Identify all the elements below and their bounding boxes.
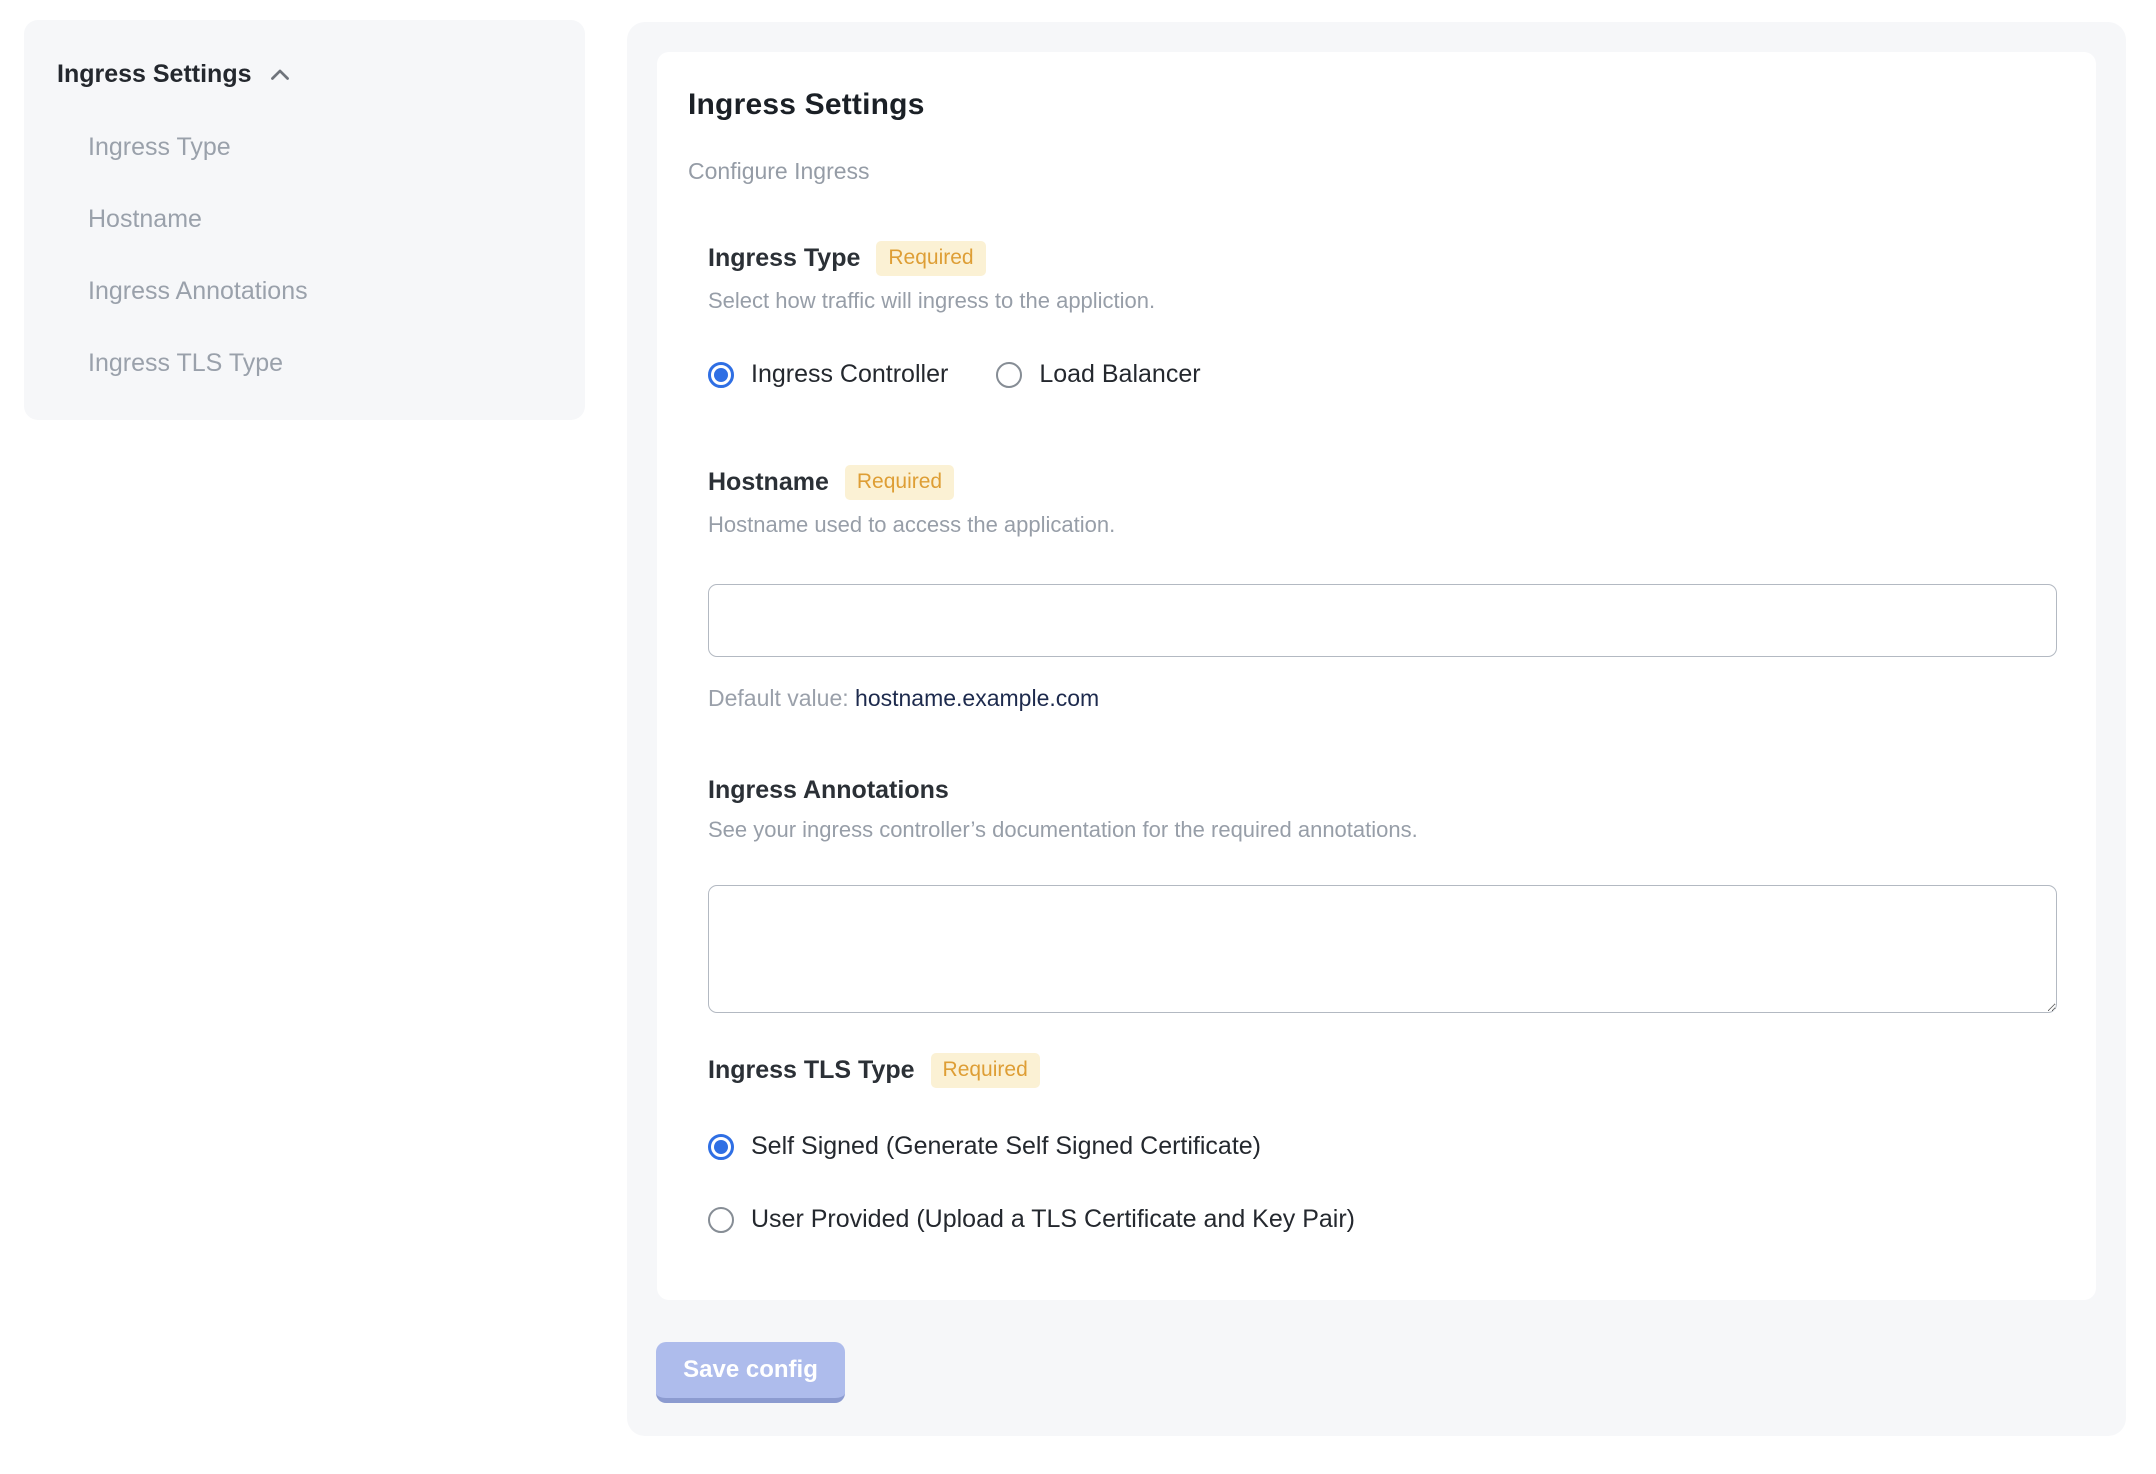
radio-label: User Provided (Upload a TLS Certificate … <box>751 1205 1355 1233</box>
sidebar-item-ingress-type[interactable]: Ingress Type <box>88 133 585 162</box>
ingress-tls-type-label: Ingress TLS Type <box>708 1056 915 1084</box>
radio-unselected-icon[interactable] <box>996 361 1023 388</box>
hostname-input[interactable] <box>708 584 2057 657</box>
form-body: Ingress Type Required Select how traffic… <box>708 241 2057 1234</box>
chevron-up-icon <box>266 61 294 89</box>
radio-selected-icon[interactable] <box>708 361 734 388</box>
required-badge: Required <box>844 465 955 500</box>
ingress-annotations-textarea[interactable] <box>708 885 2057 1013</box>
required-badge: Required <box>876 241 986 276</box>
ingress-settings-form-card: Ingress Settings Configure Ingress Ingre… <box>657 52 2096 1300</box>
sidebar-item-ingress-annotations[interactable]: Ingress Annotations <box>88 277 585 306</box>
ingress-type-label: Ingress Type <box>708 244 861 272</box>
ingress-type-field: Ingress Type Required Select how traffic… <box>708 241 2056 389</box>
ingress-type-radio-group: Ingress Controller Load Balancer <box>708 360 2056 389</box>
sidebar-item-hostname[interactable]: Hostname <box>88 205 585 234</box>
radio-option-user-provided[interactable]: User Provided (Upload a TLS Certificate … <box>708 1205 2056 1234</box>
hostname-default-line: Default value: hostname.example.com <box>708 685 2056 712</box>
ingress-type-helper: Select how traffic will ingress to the a… <box>708 288 1156 313</box>
radio-label: Load Balancer <box>1039 360 1201 388</box>
ingress-annotations-field: Ingress Annotations See your ingress con… <box>708 776 2057 1013</box>
save-config-button[interactable]: Save config <box>656 1342 845 1403</box>
radio-label: Self Signed (Generate Self Signed Certif… <box>751 1132 1261 1160</box>
radio-option-load-balancer[interactable]: Load Balancer <box>996 360 1201 389</box>
hostname-field: Hostname Required Hostname used to acces… <box>708 465 2057 712</box>
page-subtitle: Configure Ingress <box>688 158 870 184</box>
radio-option-self-signed[interactable]: Self Signed (Generate Self Signed Certif… <box>708 1132 2056 1161</box>
default-value-label: Default value: <box>708 685 849 711</box>
hostname-helper: Hostname used to access the application. <box>708 512 1116 537</box>
required-badge: Required <box>930 1053 1040 1088</box>
sidebar-section-toggle[interactable]: Ingress Settings <box>57 60 585 89</box>
radio-label: Ingress Controller <box>751 360 949 388</box>
default-value-text: hostname.example.com <box>855 685 1100 711</box>
ingress-annotations-label: Ingress Annotations <box>708 776 949 804</box>
radio-option-ingress-controller[interactable]: Ingress Controller <box>708 360 948 389</box>
radio-selected-icon[interactable] <box>708 1133 734 1160</box>
ingress-settings-panel: Ingress Settings Configure Ingress Ingre… <box>627 22 2126 1436</box>
ingress-settings-nav-panel: Ingress Settings Ingress Type Hostname I… <box>24 20 585 420</box>
radio-unselected-icon[interactable] <box>708 1206 734 1233</box>
hostname-label: Hostname <box>708 468 829 496</box>
ingress-tls-type-field: Ingress TLS Type Required Self Signed (G… <box>708 1053 2056 1234</box>
sidebar-item-list: Ingress Type Hostname Ingress Annotation… <box>88 133 585 378</box>
page-title: Ingress Settings <box>688 88 925 121</box>
ingress-annotations-helper: See your ingress controller’s documentat… <box>708 817 1418 842</box>
sidebar-item-ingress-tls-type[interactable]: Ingress TLS Type <box>88 349 585 378</box>
sidebar-section-title: Ingress Settings <box>57 60 252 88</box>
